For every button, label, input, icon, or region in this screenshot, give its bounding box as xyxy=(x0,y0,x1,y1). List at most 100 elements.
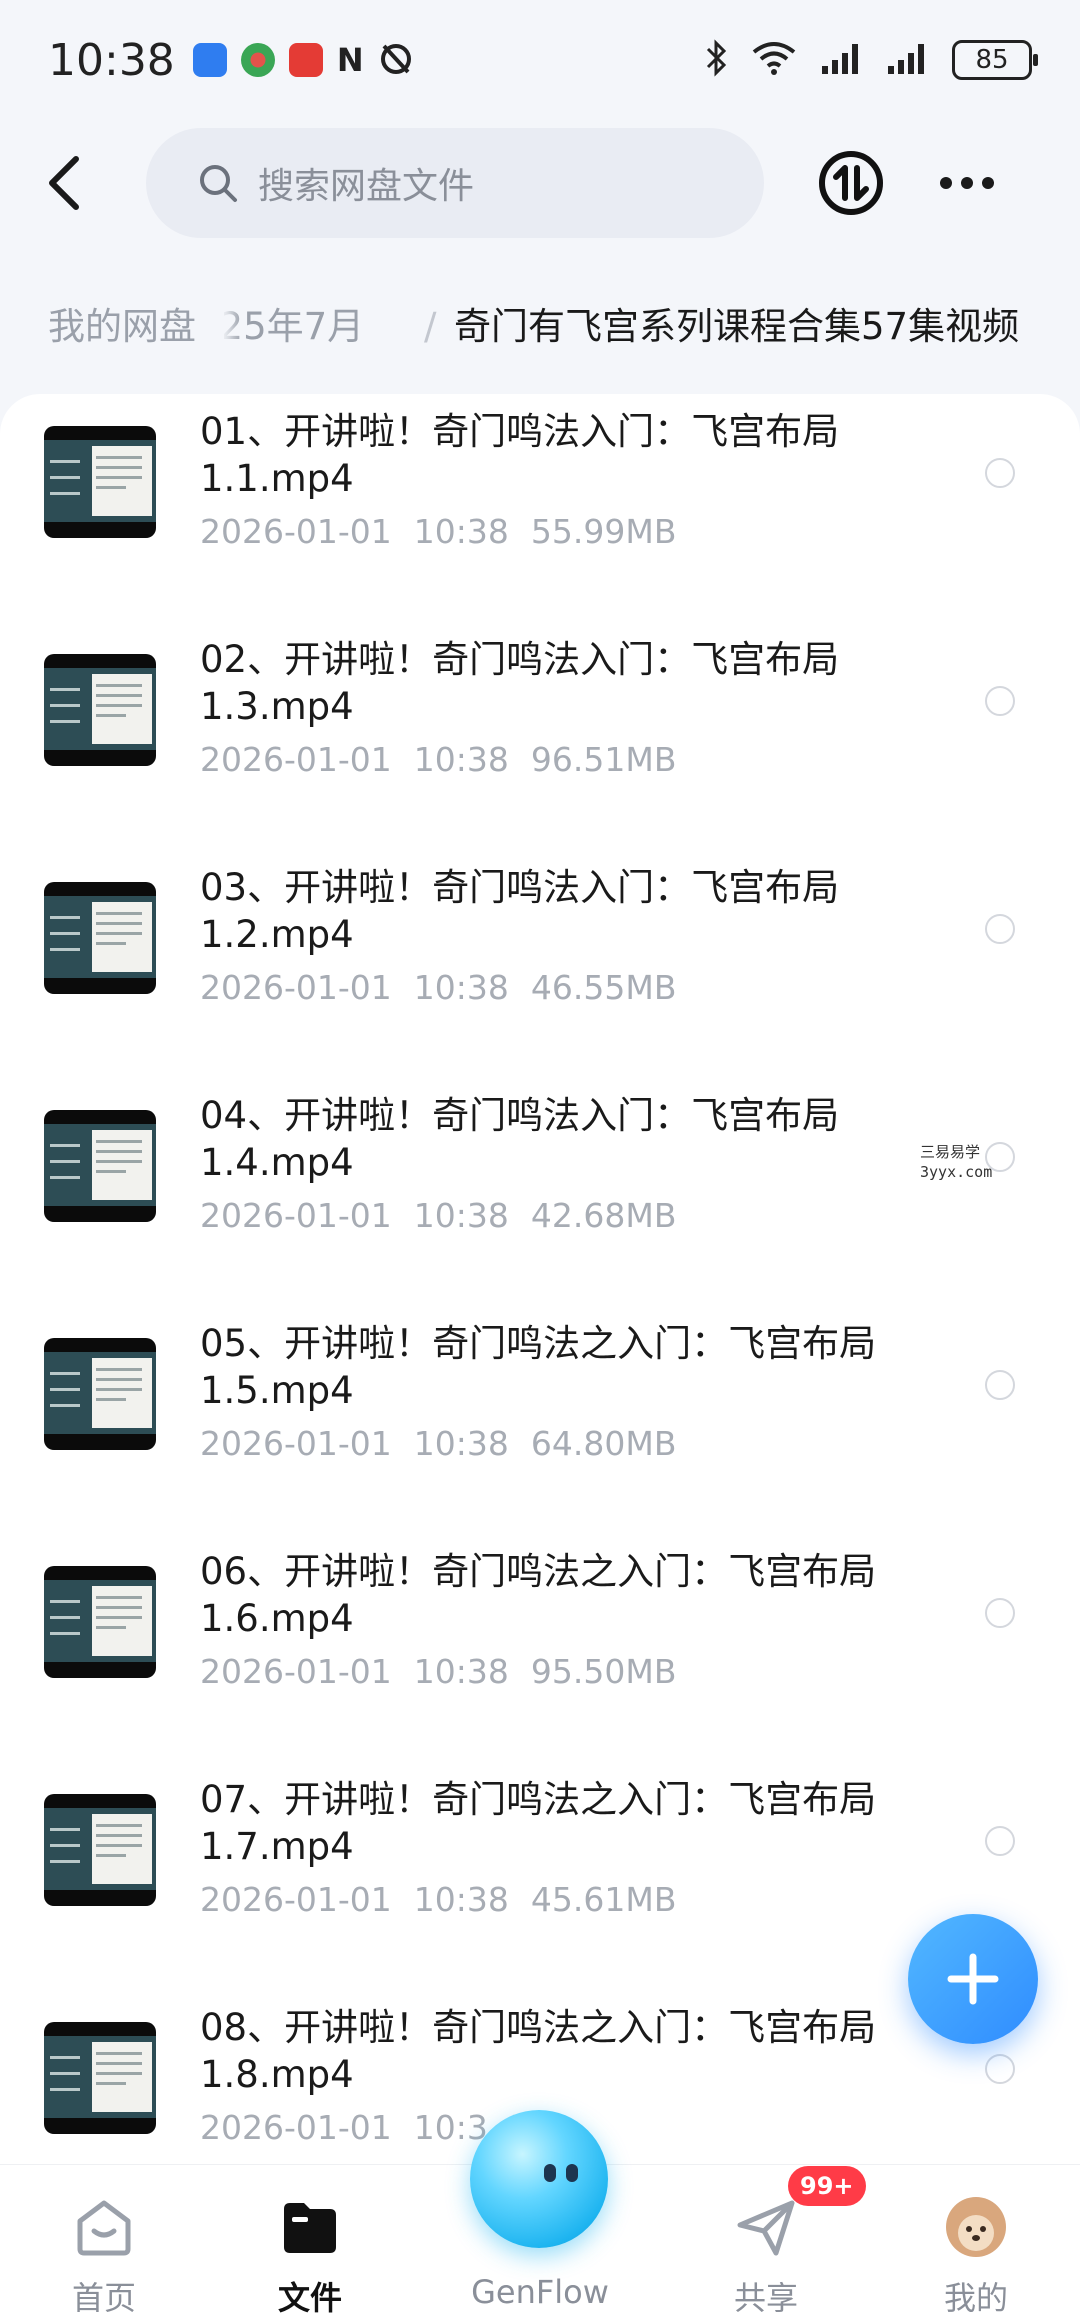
more-dot-icon xyxy=(961,177,973,189)
nav-files[interactable]: 文件 xyxy=(230,2165,390,2324)
file-time: 10:38 xyxy=(413,512,509,551)
folder-icon xyxy=(284,2203,336,2253)
file-size: 46.55MB xyxy=(530,968,677,1007)
nav-genflow-label: GenFlow xyxy=(471,2273,609,2311)
file-meta: 2026-01-01 10:38 64.80MB xyxy=(200,1424,676,1463)
file-size: 95.50MB xyxy=(530,1652,677,1691)
alarm-icon xyxy=(378,40,414,80)
file-name: 01、开讲啦！奇门鸣法入门：飞宫布局1.1.mp4 xyxy=(200,410,840,500)
mobile-carrier-icon xyxy=(240,43,275,77)
video-thumbnail xyxy=(44,1566,156,1678)
red-app-icon xyxy=(288,43,323,77)
file-date: 2026-01-01 xyxy=(200,2108,392,2147)
avatar-icon xyxy=(946,2197,1006,2257)
more-dot-icon xyxy=(982,177,994,189)
search-placeholder: 搜索网盘文件 xyxy=(258,166,475,207)
plus-icon xyxy=(947,1953,999,2005)
more-options-button[interactable] xyxy=(940,168,1000,198)
file-name: 05、开讲啦！奇门鸣法之入门：飞宫布局1.5.mp4 xyxy=(200,1322,877,1412)
search-input[interactable]: 搜索网盘文件 xyxy=(146,128,764,238)
file-name: 06、开讲啦！奇门鸣法之入门：飞宫布局1.6.mp4 xyxy=(200,1550,877,1640)
select-radio[interactable] xyxy=(985,1370,1015,1400)
status-bar: 10:38 N 85 xyxy=(0,0,1080,120)
file-size: 96.51MB xyxy=(530,740,677,779)
file-time: 10:38 xyxy=(413,968,509,1007)
search-icon xyxy=(200,165,237,202)
app-notification-icon xyxy=(192,43,227,77)
file-row[interactable]: 02、开讲啦！奇门鸣法入门：飞宫布局1.3.mp4 2026-01-01 10:38… xyxy=(0,622,1080,850)
file-name: 07、开讲啦！奇门鸣法之入门：飞宫布局1.7.mp4 xyxy=(200,1778,877,1868)
watermark: 三易易学 3yyx.com xyxy=(920,1142,992,1182)
file-size: 64.80MB xyxy=(530,1424,677,1463)
select-radio[interactable] xyxy=(985,1826,1015,1856)
share-notification-badge: 99+ xyxy=(788,2166,866,2206)
status-system-icons: 85 xyxy=(704,39,1038,81)
status-time: 10:38 xyxy=(48,34,175,86)
file-size: 55.99MB xyxy=(530,512,677,551)
file-meta: 2026-01-01 10:38 55.99MB xyxy=(200,512,676,551)
video-thumbnail xyxy=(44,1338,156,1450)
select-radio[interactable] xyxy=(985,458,1015,488)
file-meta: 2026-01-01 10:38 45.61MB xyxy=(200,1880,676,1919)
breadcrumb: 025年7月 我的网盘 / 奇门有飞宫系列课程合集57集视频 xyxy=(0,290,1080,364)
video-thumbnail xyxy=(44,426,156,538)
bluetooth-icon xyxy=(704,39,728,81)
file-name: 03、开讲啦！奇门鸣法入门：飞宫布局1.2.mp4 xyxy=(200,866,840,956)
video-thumbnail xyxy=(44,654,156,766)
video-thumbnail xyxy=(44,1794,156,1906)
select-radio[interactable] xyxy=(985,686,1015,716)
breadcrumb-current-folder: 奇门有飞宫系列课程合集57集视频 xyxy=(454,305,1020,348)
file-name: 02、开讲啦！奇门鸣法入门：飞宫布局1.3.mp4 xyxy=(200,638,840,728)
genflow-mascot-icon[interactable] xyxy=(470,2110,608,2248)
nav-share-label: 共享 xyxy=(733,2279,798,2317)
more-dot-icon xyxy=(940,177,952,189)
select-radio[interactable] xyxy=(985,1598,1015,1628)
file-date: 2026-01-01 xyxy=(200,512,392,551)
file-time: 10:38 xyxy=(413,1880,509,1919)
video-thumbnail xyxy=(44,882,156,994)
video-thumbnail xyxy=(44,1110,156,1222)
file-meta: 2026-01-01 10:38 42.68MB xyxy=(200,1196,676,1235)
select-radio[interactable] xyxy=(985,2054,1015,2084)
file-size: 45.61MB xyxy=(530,1880,677,1919)
file-date: 2026-01-01 xyxy=(200,968,392,1007)
add-button[interactable] xyxy=(908,1914,1038,2044)
nav-mine[interactable]: 我的 xyxy=(896,2165,1056,2324)
mascot-eye xyxy=(544,2164,556,2182)
watermark-line1: 三易易学 xyxy=(920,1143,981,1161)
transfer-button[interactable] xyxy=(818,150,884,216)
signal-icon-1 xyxy=(820,40,864,80)
watermark-line2: 3yyx.com xyxy=(920,1163,993,1181)
mascot-eye xyxy=(566,2164,578,2182)
file-date: 2026-01-01 xyxy=(200,1424,392,1463)
top-header: 搜索网盘文件 xyxy=(0,128,1080,238)
file-list: 01、开讲啦！奇门鸣法入门：飞宫布局1.1.mp4 2026-01-01 10:38… xyxy=(0,394,1080,2164)
file-row[interactable]: 01、开讲啦！奇门鸣法入门：飞宫布局1.1.mp4 2026-01-01 10:38… xyxy=(0,394,1080,622)
nav-files-label: 文件 xyxy=(277,2279,342,2317)
file-date: 2026-01-01 xyxy=(200,1196,392,1235)
file-row[interactable]: 06、开讲啦！奇门鸣法之入门：飞宫布局1.6.mp4 2026-01-01 10:3… xyxy=(0,1534,1080,1762)
breadcrumb-root[interactable]: 我的网盘 xyxy=(20,290,224,364)
file-time: 10:38 xyxy=(413,740,509,779)
back-button[interactable] xyxy=(40,153,90,213)
transfer-icon xyxy=(819,151,883,215)
file-date: 2026-01-01 xyxy=(200,1652,392,1691)
file-time: 10:38 xyxy=(413,1652,509,1691)
file-row[interactable]: 04、开讲啦！奇门鸣法入门：飞宫布局1.4.mp4 2026-01-01 10:38… xyxy=(0,1078,1080,1306)
file-name: 04、开讲啦！奇门鸣法入门：飞宫布局1.4.mp4 xyxy=(200,1094,840,1184)
home-icon xyxy=(77,2200,131,2256)
paper-plane-icon xyxy=(737,2200,795,2256)
file-meta: 2026-01-01 10:38 96.51MB xyxy=(200,740,676,779)
nav-home[interactable]: 首页 xyxy=(24,2165,184,2324)
file-meta: 2026-01-01 10:38 95.50MB xyxy=(200,1652,676,1691)
file-row[interactable]: 05、开讲啦！奇门鸣法之入门：飞宫布局1.5.mp4 2026-01-01 10:3… xyxy=(0,1306,1080,1534)
file-row[interactable]: 03、开讲啦！奇门鸣法入门：飞宫布局1.2.mp4 2026-01-01 10:38… xyxy=(0,850,1080,1078)
file-time: 10:3 xyxy=(413,2108,488,2147)
file-date: 2026-01-01 xyxy=(200,740,392,779)
nav-home-label: 首页 xyxy=(71,2279,136,2317)
file-date: 2026-01-01 xyxy=(200,1880,392,1919)
select-radio[interactable] xyxy=(985,914,1015,944)
file-time: 10:38 xyxy=(413,1196,509,1235)
status-notification-icons: N xyxy=(192,40,414,80)
file-size: 42.68MB xyxy=(530,1196,677,1235)
